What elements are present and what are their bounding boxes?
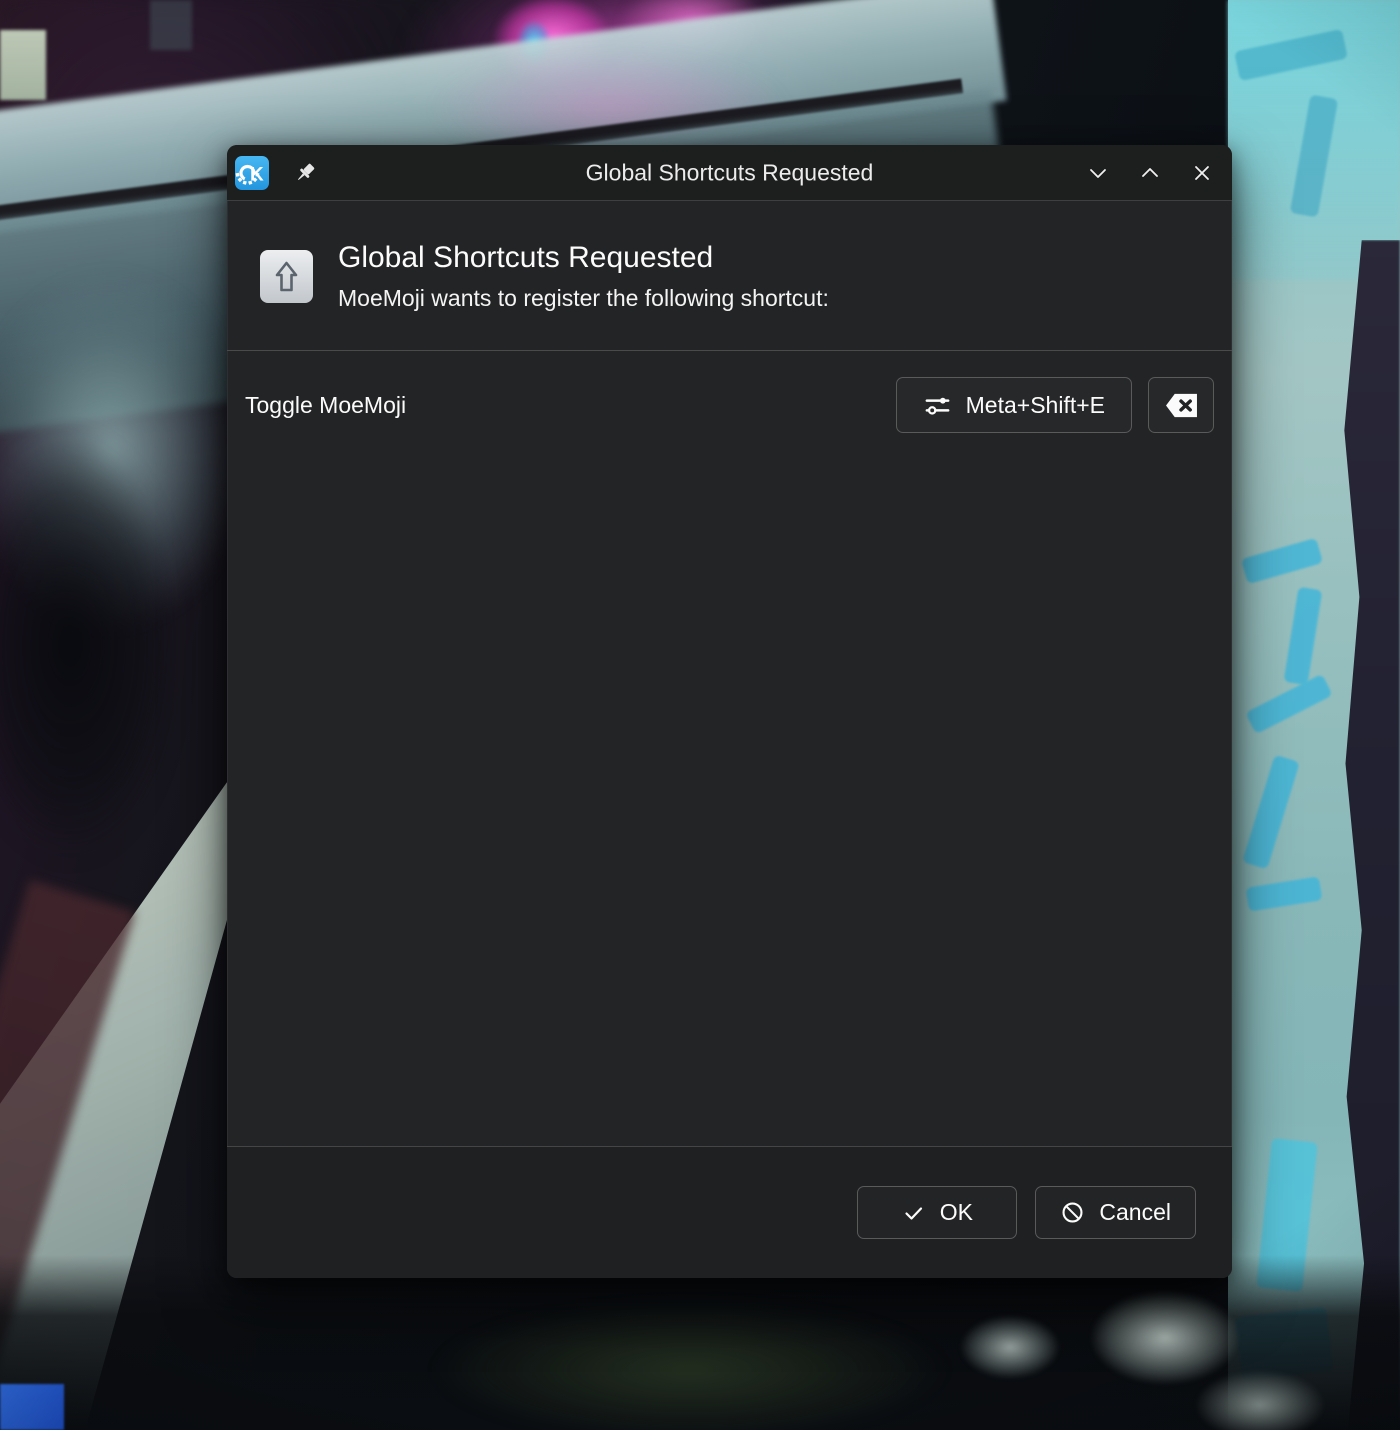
dialog-global-shortcuts: K Global Shortcuts Requested — [227, 145, 1232, 1278]
desktop: K Global Shortcuts Requested — [0, 0, 1400, 1430]
shortcut-row: Toggle MoeMoji Meta+Shift+E — [227, 351, 1232, 433]
configure-sliders-icon — [923, 391, 952, 420]
svg-text:K: K — [250, 164, 264, 185]
minimize-button[interactable] — [1085, 160, 1111, 186]
ok-label: OK — [940, 1199, 973, 1226]
backspace-icon — [1163, 391, 1200, 420]
ok-button[interactable]: OK — [857, 1186, 1017, 1239]
dialog-content-area — [227, 433, 1232, 1146]
dialog-header: Global Shortcuts Requested MoeMoji wants… — [227, 201, 1232, 350]
titlebar: K Global Shortcuts Requested — [227, 145, 1232, 201]
cancel-button[interactable]: Cancel — [1035, 1186, 1196, 1239]
check-icon — [902, 1201, 926, 1225]
dialog-heading: Global Shortcuts Requested — [338, 241, 829, 275]
shortcut-action-label: Toggle MoeMoji — [245, 392, 896, 419]
kde-logo-icon: K — [235, 156, 269, 190]
pin-icon — [292, 160, 318, 186]
keep-above-pin-button[interactable] — [291, 159, 319, 187]
dialog-header-text: Global Shortcuts Requested MoeMoji wants… — [338, 241, 829, 312]
maximize-button[interactable] — [1137, 160, 1163, 186]
cancel-label: Cancel — [1099, 1199, 1171, 1226]
no-entry-icon — [1060, 1200, 1085, 1225]
app-menu-button[interactable]: K — [235, 156, 269, 190]
shortcut-key-button[interactable]: Meta+Shift+E — [896, 377, 1132, 433]
shortcut-key-label: Meta+Shift+E — [966, 392, 1105, 419]
clear-shortcut-button[interactable] — [1148, 377, 1214, 433]
close-button[interactable] — [1189, 160, 1215, 186]
chevron-up-icon — [1138, 161, 1162, 185]
shift-key-icon — [260, 250, 313, 303]
close-icon — [1190, 161, 1214, 185]
dialog-footer: OK Cancel — [227, 1146, 1232, 1278]
window-title: Global Shortcuts Requested — [586, 159, 874, 186]
window-controls — [1085, 160, 1215, 186]
chevron-down-icon — [1086, 161, 1110, 185]
dialog-subtitle: MoeMoji wants to register the following … — [338, 285, 829, 313]
